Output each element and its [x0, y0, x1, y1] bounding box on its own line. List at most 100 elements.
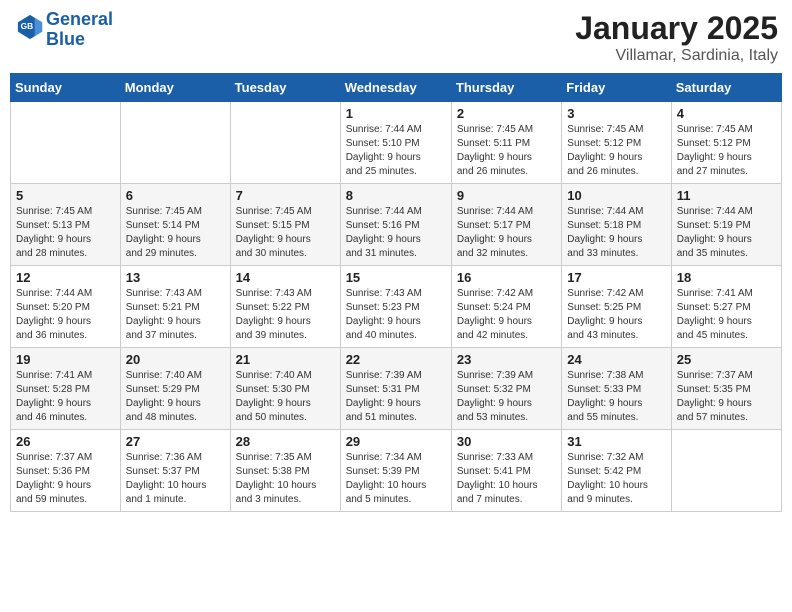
calendar-cell: 5 Sunrise: 7:45 AM Sunset: 5:13 PM Daylig…	[11, 184, 121, 266]
title-area: January 2025 Villamar, Sardinia, Italy	[575, 10, 778, 65]
day-number: 29	[346, 434, 446, 449]
logo-text-line2: Blue	[46, 30, 113, 50]
logo-icon: GB	[16, 13, 44, 41]
day-number: 31	[567, 434, 665, 449]
calendar-cell: 21 Sunrise: 7:40 AM Sunset: 5:30 PM Dayli…	[230, 348, 340, 430]
day-info: Sunrise: 7:41 AM Sunset: 5:28 PM Dayligh…	[16, 369, 115, 425]
calendar-cell: 1 Sunrise: 7:44 AM Sunset: 5:10 PM Daylig…	[340, 102, 451, 184]
calendar-cell	[11, 102, 121, 184]
day-number: 6	[126, 188, 225, 203]
day-number: 7	[236, 188, 335, 203]
calendar-cell	[230, 102, 340, 184]
calendar-cell	[120, 102, 230, 184]
calendar-cell: 20 Sunrise: 7:40 AM Sunset: 5:29 PM Dayli…	[120, 348, 230, 430]
weekday-header: Saturday	[671, 74, 781, 102]
calendar-cell: 24Sunrise: 7:38 AM Sunset: 5:33 PM Dayli…	[562, 348, 671, 430]
weekday-header: Sunday	[11, 74, 121, 102]
calendar-cell: 16 Sunrise: 7:42 AM Sunset: 5:24 PM Dayli…	[451, 266, 561, 348]
day-number: 23	[457, 352, 556, 367]
calendar-cell: 2Sunrise: 7:45 AM Sunset: 5:11 PM Daylig…	[451, 102, 561, 184]
calendar-cell: 7 Sunrise: 7:45 AM Sunset: 5:15 PM Daylig…	[230, 184, 340, 266]
day-info: Sunrise: 7:33 AM Sunset: 5:41 PM Dayligh…	[457, 451, 556, 507]
day-number: 18	[677, 270, 776, 285]
day-info: Sunrise: 7:44 AM Sunset: 5:10 PM Dayligh…	[346, 123, 446, 179]
day-info: Sunrise: 7:40 AM Sunset: 5:29 PM Dayligh…	[126, 369, 225, 425]
day-number: 8	[346, 188, 446, 203]
calendar-cell: 18 Sunrise: 7:41 AM Sunset: 5:27 PM Dayli…	[671, 266, 781, 348]
logo-text-line1: General	[46, 10, 113, 30]
calendar-cell: 31 Sunrise: 7:32 AM Sunset: 5:42 PM Dayli…	[562, 430, 671, 512]
day-number: 19	[16, 352, 115, 367]
calendar-week-row: 19 Sunrise: 7:41 AM Sunset: 5:28 PM Dayli…	[11, 348, 782, 430]
calendar-cell: 4Sunrise: 7:45 AM Sunset: 5:12 PM Daylig…	[671, 102, 781, 184]
calendar-cell: 11 Sunrise: 7:44 AM Sunset: 5:19 PM Dayli…	[671, 184, 781, 266]
day-number: 27	[126, 434, 225, 449]
day-info: Sunrise: 7:39 AM Sunset: 5:32 PM Dayligh…	[457, 369, 556, 425]
day-info: Sunrise: 7:43 AM Sunset: 5:21 PM Dayligh…	[126, 287, 225, 343]
page-header: GB General Blue January 2025 Villamar, S…	[10, 10, 782, 65]
day-number: 13	[126, 270, 225, 285]
calendar-cell: 13 Sunrise: 7:43 AM Sunset: 5:21 PM Dayli…	[120, 266, 230, 348]
day-number: 9	[457, 188, 556, 203]
day-info: Sunrise: 7:44 AM Sunset: 5:16 PM Dayligh…	[346, 205, 446, 261]
day-info: Sunrise: 7:42 AM Sunset: 5:25 PM Dayligh…	[567, 287, 665, 343]
day-number: 28	[236, 434, 335, 449]
day-info: Sunrise: 7:43 AM Sunset: 5:22 PM Dayligh…	[236, 287, 335, 343]
calendar-week-row: 1 Sunrise: 7:44 AM Sunset: 5:10 PM Daylig…	[11, 102, 782, 184]
day-info: Sunrise: 7:42 AM Sunset: 5:24 PM Dayligh…	[457, 287, 556, 343]
calendar-cell: 9 Sunrise: 7:44 AM Sunset: 5:17 PM Daylig…	[451, 184, 561, 266]
month-title: January 2025	[575, 10, 778, 47]
calendar-table: SundayMondayTuesdayWednesdayThursdayFrid…	[10, 73, 782, 512]
calendar-week-row: 26Sunrise: 7:37 AM Sunset: 5:36 PM Dayli…	[11, 430, 782, 512]
day-info: Sunrise: 7:41 AM Sunset: 5:27 PM Dayligh…	[677, 287, 776, 343]
day-info: Sunrise: 7:44 AM Sunset: 5:19 PM Dayligh…	[677, 205, 776, 261]
location-subtitle: Villamar, Sardinia, Italy	[575, 47, 778, 65]
day-info: Sunrise: 7:44 AM Sunset: 5:17 PM Dayligh…	[457, 205, 556, 261]
calendar-cell	[671, 430, 781, 512]
day-info: Sunrise: 7:45 AM Sunset: 5:12 PM Dayligh…	[567, 123, 665, 179]
calendar-cell: 26Sunrise: 7:37 AM Sunset: 5:36 PM Dayli…	[11, 430, 121, 512]
calendar-cell: 28Sunrise: 7:35 AM Sunset: 5:38 PM Dayli…	[230, 430, 340, 512]
weekday-header: Thursday	[451, 74, 561, 102]
day-info: Sunrise: 7:38 AM Sunset: 5:33 PM Dayligh…	[567, 369, 665, 425]
day-info: Sunrise: 7:32 AM Sunset: 5:42 PM Dayligh…	[567, 451, 665, 507]
day-number: 30	[457, 434, 556, 449]
day-info: Sunrise: 7:44 AM Sunset: 5:20 PM Dayligh…	[16, 287, 115, 343]
day-number: 3	[567, 106, 665, 121]
day-number: 21	[236, 352, 335, 367]
logo: GB General Blue	[14, 10, 113, 50]
day-number: 5	[16, 188, 115, 203]
day-number: 20	[126, 352, 225, 367]
calendar-cell: 19 Sunrise: 7:41 AM Sunset: 5:28 PM Dayli…	[11, 348, 121, 430]
weekday-header: Monday	[120, 74, 230, 102]
day-number: 25	[677, 352, 776, 367]
weekday-header: Wednesday	[340, 74, 451, 102]
calendar-week-row: 12Sunrise: 7:44 AM Sunset: 5:20 PM Dayli…	[11, 266, 782, 348]
day-info: Sunrise: 7:37 AM Sunset: 5:35 PM Dayligh…	[677, 369, 776, 425]
calendar-cell: 15 Sunrise: 7:43 AM Sunset: 5:23 PM Dayli…	[340, 266, 451, 348]
day-number: 10	[567, 188, 665, 203]
day-number: 1	[346, 106, 446, 121]
day-info: Sunrise: 7:40 AM Sunset: 5:30 PM Dayligh…	[236, 369, 335, 425]
day-number: 2	[457, 106, 556, 121]
day-info: Sunrise: 7:45 AM Sunset: 5:13 PM Dayligh…	[16, 205, 115, 261]
day-number: 4	[677, 106, 776, 121]
day-number: 16	[457, 270, 556, 285]
calendar-cell: 8 Sunrise: 7:44 AM Sunset: 5:16 PM Daylig…	[340, 184, 451, 266]
day-info: Sunrise: 7:39 AM Sunset: 5:31 PM Dayligh…	[346, 369, 446, 425]
day-info: Sunrise: 7:45 AM Sunset: 5:14 PM Dayligh…	[126, 205, 225, 261]
calendar-cell: 3 Sunrise: 7:45 AM Sunset: 5:12 PM Daylig…	[562, 102, 671, 184]
day-info: Sunrise: 7:45 AM Sunset: 5:15 PM Dayligh…	[236, 205, 335, 261]
day-info: Sunrise: 7:43 AM Sunset: 5:23 PM Dayligh…	[346, 287, 446, 343]
day-number: 15	[346, 270, 446, 285]
calendar-cell: 22Sunrise: 7:39 AM Sunset: 5:31 PM Dayli…	[340, 348, 451, 430]
day-info: Sunrise: 7:44 AM Sunset: 5:18 PM Dayligh…	[567, 205, 665, 261]
calendar-cell: 25 Sunrise: 7:37 AM Sunset: 5:35 PM Dayli…	[671, 348, 781, 430]
calendar-cell: 23 Sunrise: 7:39 AM Sunset: 5:32 PM Dayli…	[451, 348, 561, 430]
day-number: 17	[567, 270, 665, 285]
day-info: Sunrise: 7:37 AM Sunset: 5:36 PM Dayligh…	[16, 451, 115, 507]
calendar-cell: 17 Sunrise: 7:42 AM Sunset: 5:25 PM Dayli…	[562, 266, 671, 348]
day-number: 14	[236, 270, 335, 285]
calendar-week-row: 5 Sunrise: 7:45 AM Sunset: 5:13 PM Daylig…	[11, 184, 782, 266]
day-number: 11	[677, 188, 776, 203]
